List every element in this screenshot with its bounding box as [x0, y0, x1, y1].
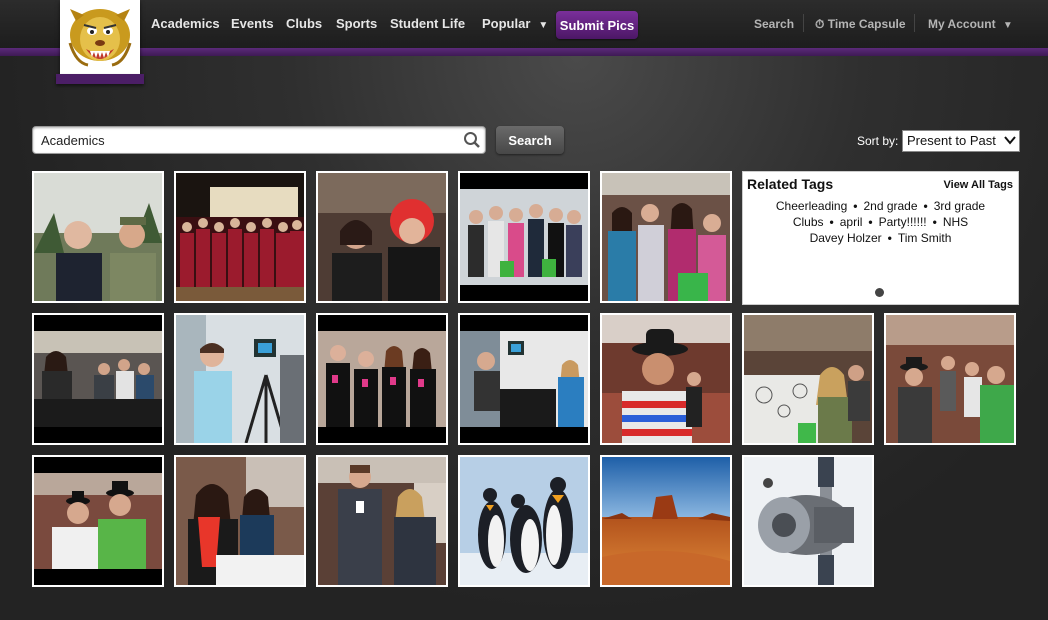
photo-boy-with-camera	[176, 315, 304, 443]
photo-thumbnail[interactable]	[742, 455, 874, 587]
photo-girls-group-expo	[460, 173, 588, 301]
photo-girls-with-bags	[602, 173, 730, 301]
chevron-down-icon: ▼	[1002, 20, 1013, 31]
photo-thumbnail[interactable]	[32, 455, 164, 587]
search-input[interactable]: Academics	[32, 126, 486, 154]
chevron-down-icon: ▼	[538, 20, 549, 31]
photo-thumbnail[interactable]	[884, 313, 1016, 445]
brand-strip	[0, 48, 1048, 56]
logo-ribbon	[56, 74, 144, 84]
photo-space-station-module	[744, 457, 872, 585]
nav-student-life[interactable]: Student Life	[390, 16, 465, 31]
tag-link[interactable]: Party!!!!!!	[879, 215, 927, 229]
photo-penguins	[460, 457, 588, 585]
view-all-tags-link[interactable]: View All Tags	[944, 179, 1014, 191]
lion-mascot-icon	[68, 9, 132, 67]
tag-separator: •	[887, 231, 892, 245]
tag-list: Cheerleading • 2nd grade • 3rd grade Clubs • a…	[749, 198, 1012, 246]
photo-thumbnail[interactable]	[32, 313, 164, 445]
tag-separator: •	[868, 215, 873, 229]
tag-link[interactable]: 2nd grade	[863, 199, 917, 213]
sort-select[interactable]: Present to Past	[902, 130, 1020, 152]
school-logo[interactable]	[60, 0, 140, 76]
nav-clubs[interactable]: Clubs	[286, 16, 322, 31]
photo-thumbnail[interactable]	[600, 171, 732, 303]
photo-booth-visitors	[34, 315, 162, 443]
photo-thumbnail[interactable]	[742, 313, 874, 445]
photo-thumbnail[interactable]	[600, 455, 732, 587]
submit-pics-button[interactable]: Submit Pics	[556, 11, 638, 39]
photo-girls-drawing	[176, 457, 304, 585]
photo-boy-black-hat	[602, 315, 730, 443]
nav-popular-dropdown[interactable]: Popular ▼	[482, 16, 548, 31]
tag-separator: •	[829, 215, 834, 229]
tag-link[interactable]: 3rd grade	[934, 199, 985, 213]
nav-academics[interactable]: Academics	[151, 16, 220, 31]
photo-thumbnail[interactable]	[174, 455, 306, 587]
utility-search-link[interactable]: Search	[754, 17, 794, 31]
nav-events[interactable]: Events	[231, 16, 274, 31]
photo-thumbnail[interactable]	[458, 313, 590, 445]
search-button[interactable]: Search	[496, 126, 564, 154]
photo-students-black-shirts	[318, 315, 446, 443]
time-capsule-link[interactable]: ⏱ Time Capsule	[815, 17, 906, 32]
nav-sports[interactable]: Sports	[336, 16, 377, 31]
divider	[914, 14, 915, 32]
tag-separator: •	[932, 215, 937, 229]
photo-thumbnail[interactable]	[316, 455, 448, 587]
photo-two-boys-posing	[34, 457, 162, 585]
photo-students-green-shirt	[886, 315, 1014, 443]
tag-link[interactable]: Clubs	[793, 215, 824, 229]
my-account-dropdown[interactable]: My Account ▼	[928, 17, 1013, 31]
tag-link[interactable]: Davey Holzer	[810, 231, 882, 245]
photo-booth-counter	[460, 315, 588, 443]
tag-separator: •	[923, 199, 928, 213]
photo-two-people-talking	[318, 457, 446, 585]
photo-two-men-outdoors	[34, 173, 162, 301]
search-input-value: Academics	[41, 133, 105, 148]
sort-selected-value: Present to Past	[907, 133, 996, 148]
tag-separator: •	[853, 199, 858, 213]
my-account-label: My Account	[928, 17, 996, 31]
chevron-down-icon	[1004, 136, 1016, 145]
related-tags-title: Related Tags	[747, 176, 834, 192]
stopwatch-icon: ⏱	[815, 17, 825, 31]
time-capsule-label: Time Capsule	[827, 17, 906, 31]
tag-link[interactable]: april	[840, 215, 863, 229]
tag-link[interactable]: Tim Smith	[898, 231, 952, 245]
photo-thumbnail[interactable]	[458, 455, 590, 587]
photo-thumbnail[interactable]	[174, 313, 306, 445]
related-tags-panel: Related Tags View All Tags Cheerleading •…	[742, 171, 1019, 305]
sort-by-label: Sort by:	[857, 134, 899, 148]
photo-thumbnail[interactable]	[32, 171, 164, 303]
photo-thumbnail[interactable]	[316, 313, 448, 445]
search-icon[interactable]	[463, 131, 481, 149]
tag-link[interactable]: Cheerleading	[776, 199, 847, 213]
photo-desert-butte	[602, 457, 730, 585]
photo-red-hair-girls	[318, 173, 446, 301]
photo-students-at-table	[744, 315, 872, 443]
photo-honor-society-group	[176, 173, 304, 301]
photo-thumbnail[interactable]	[316, 171, 448, 303]
photo-thumbnail[interactable]	[600, 313, 732, 445]
photo-thumbnail[interactable]	[174, 171, 306, 303]
tag-link[interactable]: NHS	[943, 215, 968, 229]
popular-label: Popular	[482, 16, 531, 31]
photo-thumbnail[interactable]	[458, 171, 590, 303]
pagination-dot[interactable]	[875, 288, 884, 297]
divider	[803, 14, 804, 32]
